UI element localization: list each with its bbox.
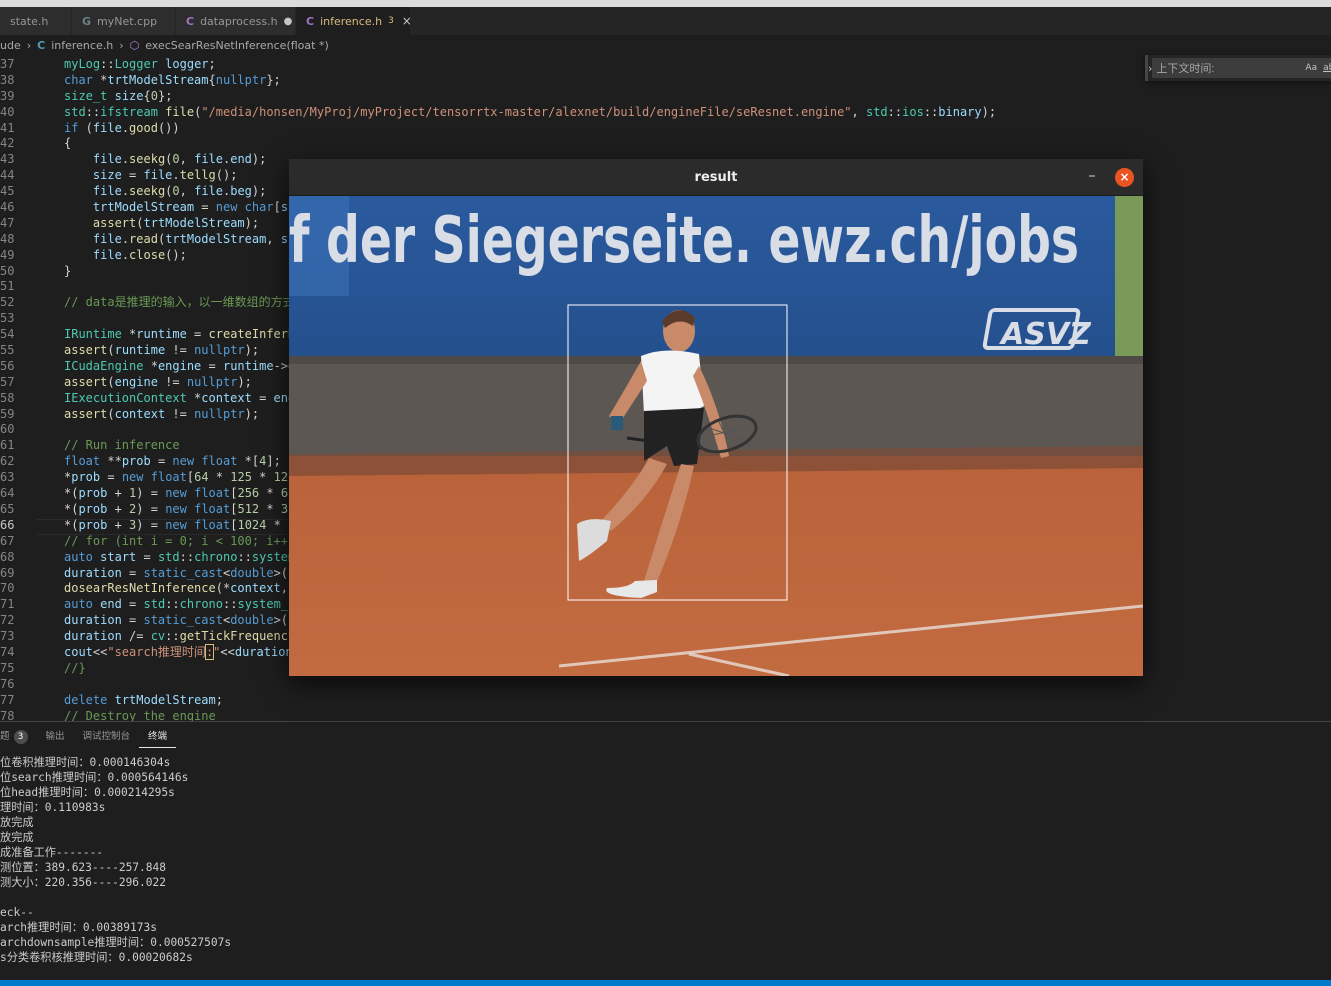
code-line: 77 delete trtModelStream; [0, 692, 223, 707]
tab-output[interactable]: 输出 [37, 728, 74, 748]
c-header-file-icon: C [186, 14, 195, 28]
code-line: 76 [0, 676, 15, 691]
find-widget: › Aa ab [1145, 55, 1331, 81]
tab-label: dataprocess.h [200, 14, 278, 28]
tab-problems[interactable]: 题3 [0, 728, 37, 748]
code-line: 41 if (file.good()) [0, 120, 180, 135]
code-line: 78// Destroy the engine [0, 708, 216, 721]
c-header-file-icon: C [306, 14, 315, 28]
c-header-file-icon: C [37, 38, 46, 52]
terminal-line: archdownsample推理时间：0.000527507s [0, 936, 232, 949]
tennis-player-photo: f der Siegerseite. ewz.ch/jobs ASVZ [289, 196, 1143, 676]
tab-terminal[interactable]: 终端 [139, 728, 177, 748]
terminal-line: 放完成 [0, 816, 34, 829]
banner-text: f der Siegerseite. ewz.ch/jobs [289, 204, 1079, 278]
bottom-panel: 题3 输出 调试控制台 终端 位卷积推理时间：0.000146304s 位sea… [0, 721, 1331, 980]
method-symbol-icon: ⬡ [129, 38, 140, 52]
window-top-strip [0, 0, 1331, 7]
tab-state-h[interactable]: state.h [0, 7, 72, 35]
terminal-line: eck-- [0, 906, 34, 919]
result-window-titlebar[interactable]: result – × [289, 159, 1143, 196]
code-line: 38 char *trtModelStream{nullptr}; [0, 72, 281, 87]
tab-mynet-cpp[interactable]: G myNet.cpp [72, 7, 176, 35]
chevron-right-icon: › [26, 38, 32, 52]
terminal-line: 位卷积推理时间：0.000146304s [0, 756, 171, 769]
cpp-file-icon: G [82, 14, 92, 28]
tab-label: myNet.cpp [97, 14, 158, 28]
code-line: 42{ [0, 136, 72, 151]
terminal-output[interactable]: 位卷积推理时间：0.000146304s 位search推理时间：0.00056… [0, 755, 231, 965]
terminal-line: 成准备工作------- [0, 846, 104, 859]
breadcrumb-file[interactable]: inference.h [51, 39, 113, 52]
terminal-line: 放完成 [0, 831, 34, 844]
result-window[interactable]: result – × f der Siegerseite. ewz.ch/job… [289, 159, 1143, 676]
terminal-line: arch推理时间：0.00389173s [0, 921, 157, 934]
panel-tabs: 题3 输出 调试控制台 终端 [0, 728, 177, 748]
problems-count-badge: 3 [13, 730, 28, 744]
find-input[interactable] [1152, 58, 1303, 78]
match-whole-word-toggle[interactable]: ab [1320, 58, 1331, 78]
tab-label: state.h [10, 14, 49, 28]
terminal-line: 位search推理时间：0.000564146s [0, 771, 189, 784]
window-title: result [694, 170, 738, 185]
tab-debug-console[interactable]: 调试控制台 [74, 728, 140, 748]
detection-result-image: f der Siegerseite. ewz.ch/jobs ASVZ [289, 196, 1143, 676]
close-icon[interactable]: × [1115, 168, 1134, 187]
breadcrumb-folder[interactable]: ude [0, 39, 21, 52]
tab-label: inference.h [320, 14, 383, 28]
code-line: 40 std::ifstream file("/media/honsen/MyPr… [0, 104, 997, 119]
code-line: 37 myLog::Logger logger; [0, 57, 216, 71]
terminal-line: 位head推理时间：0.000214295s [0, 786, 175, 799]
hedge [1115, 196, 1143, 371]
terminal-line: 测大小：220.356----296.022 [0, 876, 166, 889]
problem-count-badge: 3 [388, 16, 394, 26]
close-icon[interactable]: × [402, 14, 412, 28]
terminal-line: s分类卷积核推理时间：0.00020682s [0, 951, 193, 964]
terminal-line: 测位置：389.623----257.848 [0, 861, 166, 874]
tab-inference-h[interactable]: C inference.h 3 × [296, 7, 412, 35]
tab-dataprocess-h[interactable]: C dataprocess.h ● [176, 7, 296, 35]
breadcrumb: ude › C inference.h › ⬡ execSearResNetIn… [0, 35, 1331, 55]
chevron-right-icon: › [119, 38, 124, 52]
minimize-icon[interactable]: – [1084, 169, 1100, 185]
editor-tab-bar: state.h G myNet.cpp C dataprocess.h ● C … [0, 7, 1331, 35]
match-case-toggle[interactable]: Aa [1302, 58, 1321, 78]
code-line: 39 size_t size{0}; [0, 88, 173, 103]
terminal-line: 理时间：0.110983s [0, 801, 106, 814]
asvz-logo: ASVZ [999, 317, 1092, 352]
modified-dot-icon: ● [283, 15, 293, 27]
status-bar [0, 980, 1331, 986]
breadcrumb-symbol[interactable]: execSearResNetInference(float *) [145, 39, 329, 52]
